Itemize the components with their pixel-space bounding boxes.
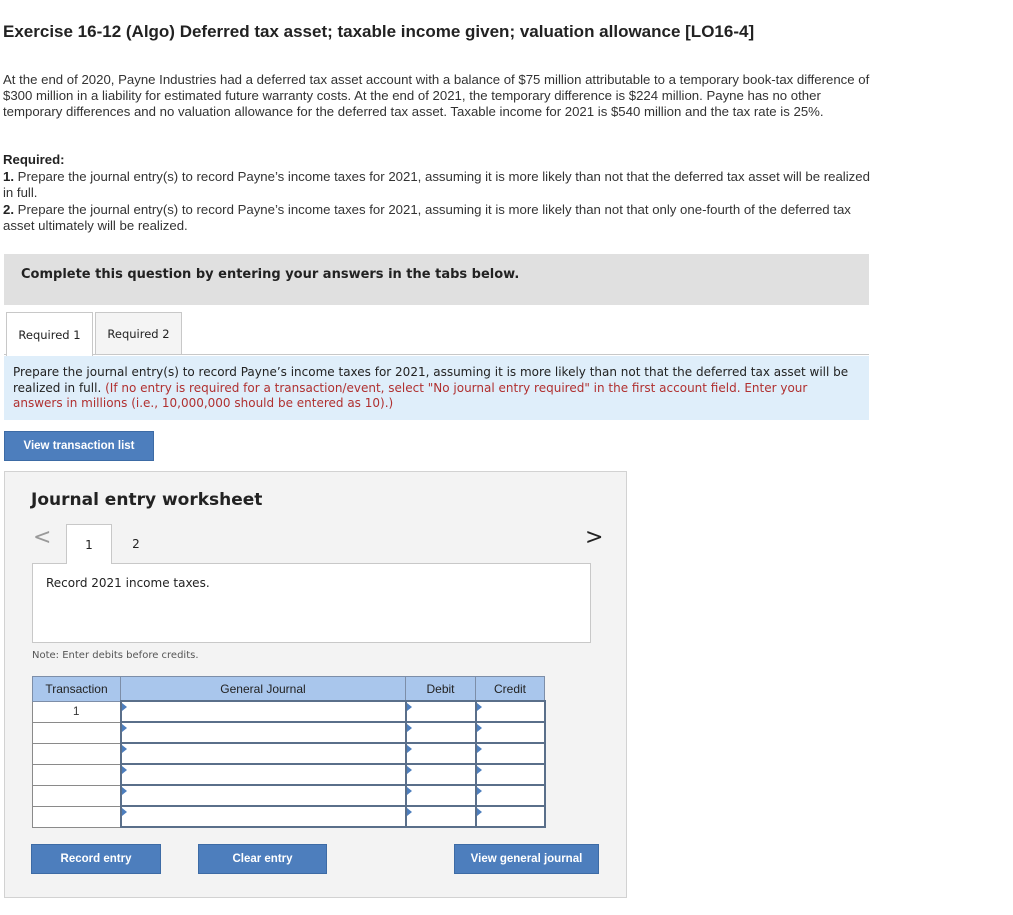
prev-arrow-icon[interactable]: <: [33, 525, 51, 550]
debit-field[interactable]: [404, 805, 477, 828]
account-field[interactable]: [119, 763, 407, 786]
debit-field[interactable]: [404, 763, 477, 786]
table-row: [32, 805, 546, 828]
transaction-cell: [32, 721, 121, 744]
credit-field[interactable]: [474, 763, 546, 786]
journal-entry-worksheet: Journal entry worksheet < 1 2 > Record 2…: [4, 471, 627, 898]
transaction-cell: [32, 742, 121, 765]
table-row: 1: [32, 700, 546, 723]
debit-field[interactable]: [404, 700, 477, 723]
problem-text: At the end of 2020, Payne Industries had…: [3, 72, 870, 119]
required-heading: Required:: [3, 152, 65, 167]
table-row: [32, 784, 546, 807]
requirement-1-text: Prepare the journal entry(s) to record P…: [3, 168, 870, 201]
column-header-debit: Debit: [405, 676, 476, 702]
transaction-cell: [32, 763, 121, 786]
prompt-hint: (If no entry is required for a transacti…: [13, 380, 808, 411]
requirement-1: 1. Prepare the journal entry(s) to recor…: [3, 169, 875, 202]
journal-table: Transaction General Journal Debit Credit…: [32, 676, 546, 828]
requirements: Required: 1. Prepare the journal entry(s…: [3, 152, 875, 235]
account-field[interactable]: [119, 700, 407, 723]
column-header-credit: Credit: [475, 676, 545, 702]
worksheet-page-2[interactable]: 2: [113, 524, 159, 563]
tab-required-2[interactable]: Required 2: [95, 312, 182, 354]
account-field[interactable]: [119, 721, 407, 744]
requirement-2-number: 2.: [3, 201, 14, 217]
requirement-2: 2. Prepare the journal entry(s) to recor…: [3, 202, 875, 235]
column-header-general-journal: General Journal: [120, 676, 406, 702]
credit-field[interactable]: [474, 742, 546, 765]
table-row: [32, 763, 546, 786]
column-header-transaction: Transaction: [32, 676, 121, 702]
instruction-text: Complete this question by entering your …: [21, 267, 520, 282]
instruction-banner: Complete this question by entering your …: [4, 254, 869, 305]
credit-field[interactable]: [474, 721, 546, 744]
record-entry-button[interactable]: Record entry: [31, 844, 161, 874]
account-field[interactable]: [119, 742, 407, 765]
clear-entry-button[interactable]: Clear entry: [198, 844, 327, 874]
debit-field[interactable]: [404, 721, 477, 744]
transaction-cell: [32, 805, 121, 828]
requirement-2-text: Prepare the journal entry(s) to record P…: [3, 201, 851, 234]
table-row: [32, 721, 546, 744]
transaction-cell: 1: [32, 700, 121, 723]
entry-note: Note: Enter debits before credits.: [32, 650, 199, 661]
next-arrow-icon[interactable]: >: [585, 525, 603, 550]
credit-field[interactable]: [474, 700, 546, 723]
credit-field[interactable]: [474, 784, 546, 807]
tab-divider: [4, 354, 869, 355]
debit-field[interactable]: [404, 784, 477, 807]
requirement-1-number: 1.: [3, 168, 14, 184]
account-field[interactable]: [119, 805, 407, 828]
account-field[interactable]: [119, 784, 407, 807]
worksheet-title: Journal entry worksheet: [31, 490, 263, 510]
tab-required-1[interactable]: Required 1: [6, 312, 93, 356]
transaction-cell: [32, 784, 121, 807]
question-prompt: Prepare the journal entry(s) to record P…: [4, 356, 869, 420]
debit-field[interactable]: [404, 742, 477, 765]
view-transaction-list-button[interactable]: View transaction list: [4, 431, 154, 461]
page-title: Exercise 16-12 (Algo) Deferred tax asset…: [3, 22, 755, 41]
table-row: [32, 742, 546, 765]
entry-description: Record 2021 income taxes.: [32, 563, 591, 643]
credit-field[interactable]: [474, 805, 546, 828]
worksheet-page-1[interactable]: 1: [66, 524, 112, 564]
view-general-journal-button[interactable]: View general journal: [454, 844, 599, 874]
